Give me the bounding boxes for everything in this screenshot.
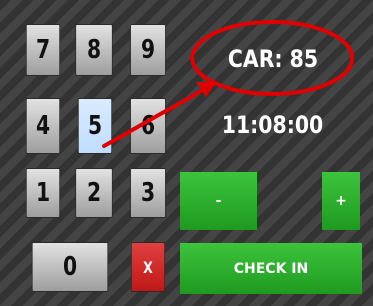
car-number-display: CAR: 85: [227, 45, 319, 73]
minus-button[interactable]: -: [180, 172, 257, 230]
key-4[interactable]: 4: [25, 98, 61, 154]
key-3[interactable]: 3: [130, 168, 166, 218]
key-8[interactable]: 8: [75, 24, 113, 76]
key-9[interactable]: 9: [130, 24, 166, 76]
clear-button[interactable]: X: [130, 242, 166, 292]
key-5[interactable]: 5: [77, 98, 113, 154]
plus-button[interactable]: +: [322, 172, 360, 230]
kiosk-panel: 7 8 9 4 5 6 1 2 3 0 X CAR: 85 11:08:00 -…: [0, 0, 373, 306]
key-1[interactable]: 1: [25, 168, 61, 218]
key-7[interactable]: 7: [25, 24, 61, 76]
time-display: 11:08:00: [221, 111, 324, 139]
check-in-button[interactable]: CHECK IN: [180, 243, 362, 294]
key-0[interactable]: 0: [31, 242, 109, 292]
key-2[interactable]: 2: [75, 168, 113, 218]
key-6[interactable]: 6: [130, 98, 166, 154]
